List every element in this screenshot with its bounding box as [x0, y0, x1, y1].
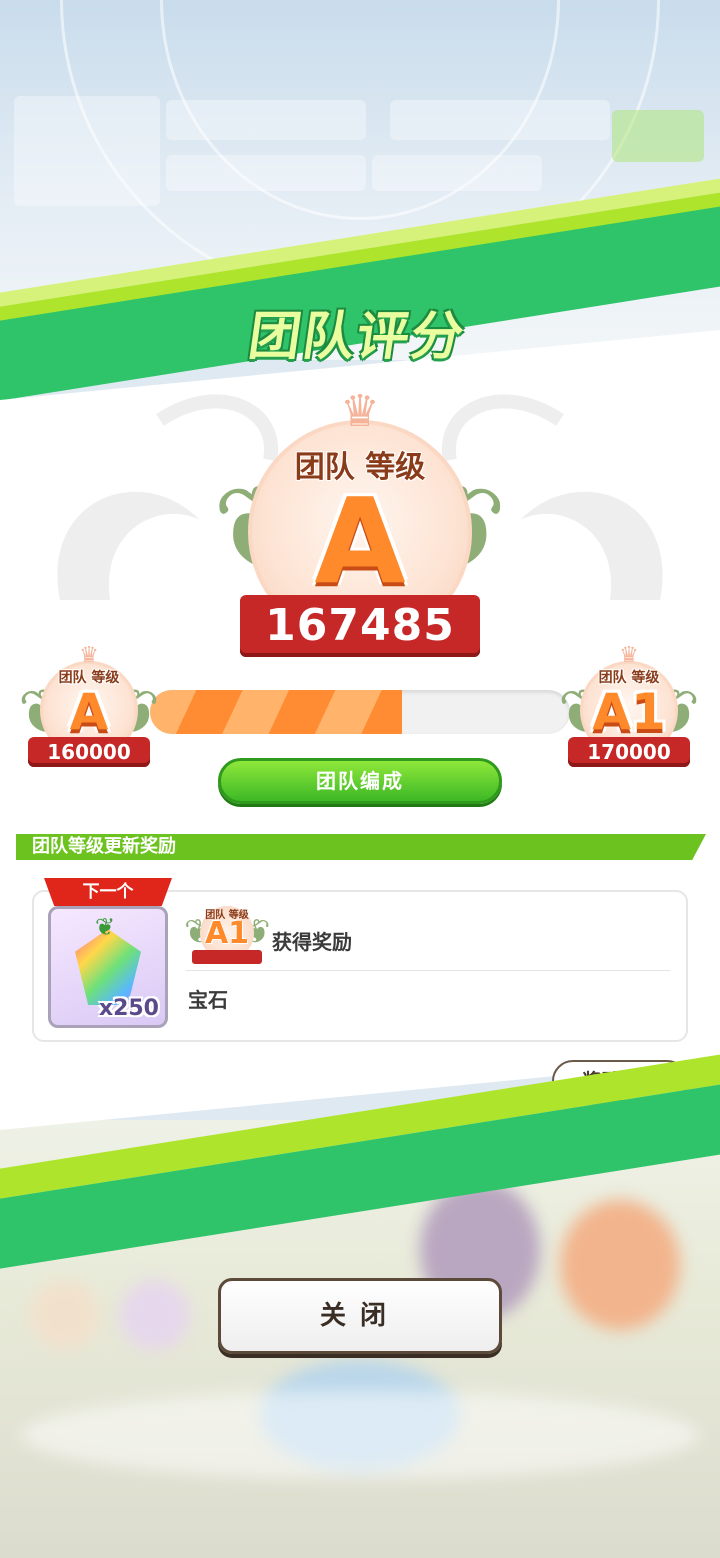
rank-threshold: 160000: [28, 737, 150, 767]
reward-section-header: 团队等级更新奖励: [16, 834, 706, 860]
reward-section-title: 团队等级更新奖励: [32, 836, 176, 857]
page-title: 团队评分: [244, 307, 470, 367]
rank-grade: A: [314, 472, 406, 610]
next-tag: 下一个: [44, 878, 172, 906]
close-button[interactable]: 关闭: [218, 1278, 502, 1354]
target-rank-emblem: ❦ ❦ 团队 等级 A1: [184, 896, 270, 968]
rank-grade: A1: [204, 916, 250, 951]
current-rank-emblem: ❦ ❦ ♛ 团队 等级 A 167485: [210, 390, 510, 670]
team-formation-button[interactable]: 团队编成: [218, 758, 502, 804]
rank-grade: A1: [592, 683, 666, 741]
rank-progress-bar: [150, 690, 570, 734]
crown-icon: ♛: [619, 643, 639, 668]
sprout-icon: ❦: [95, 913, 116, 941]
team-score: 167485: [240, 595, 480, 657]
gem-reward-item[interactable]: ❦ x250: [48, 906, 168, 1028]
crown-icon: ♛: [340, 386, 380, 437]
rank-grade: A: [69, 683, 109, 741]
rank-progress-fill: [150, 690, 402, 734]
rank-band: [192, 950, 262, 964]
divider: [186, 970, 670, 971]
reward-item-name: 宝石: [188, 988, 228, 1012]
rank-threshold: 170000: [568, 737, 690, 767]
max-rank-emblem: ❦ ❦ ♛ 团队 等级 A1 170000: [558, 643, 700, 770]
crown-icon: ♛: [79, 643, 99, 668]
item-quantity: x250: [98, 996, 159, 1021]
min-rank-emblem: ❦ ❦ ♛ 团队 等级 A 160000: [18, 643, 160, 770]
reward-title: 获得奖励: [272, 930, 352, 954]
